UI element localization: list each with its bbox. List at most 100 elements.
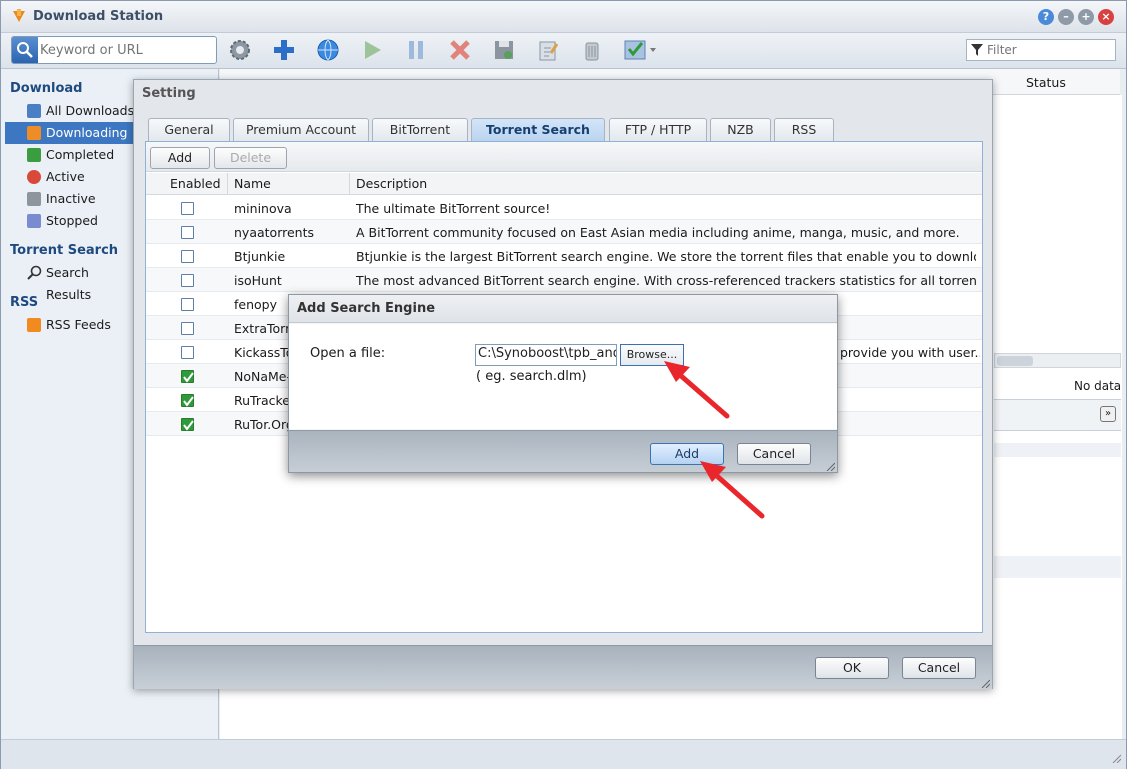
engine-name: nyaatorrents	[234, 225, 314, 240]
close-icon[interactable]: ×	[1098, 9, 1114, 25]
enabled-checkbox[interactable]	[181, 322, 194, 335]
engine-row[interactable]: nyaatorrents A BitTorrent community focus…	[146, 220, 982, 244]
sidebar-item-label: RSS Feeds	[46, 317, 111, 332]
status-bar	[1, 739, 1126, 769]
cancel-button[interactable]: Cancel	[902, 657, 976, 679]
engine-description: A BitTorrent community focused on East A…	[356, 225, 960, 240]
engine-description: The most advanced BitTorrent search engi…	[356, 273, 976, 288]
sidebar-head-download: Download	[10, 81, 83, 96]
column-description[interactable]: Description	[356, 176, 427, 191]
save-disk-icon[interactable]	[491, 37, 517, 63]
cancel-button[interactable]: Cancel	[737, 443, 811, 465]
no-data-text: No data	[1074, 379, 1122, 393]
delete-engine-button[interactable]: Delete	[214, 147, 287, 169]
sidebar-item-label: Completed	[46, 147, 115, 162]
pause-icon[interactable]	[403, 37, 429, 63]
enabled-checkbox[interactable]	[181, 370, 194, 383]
collapse-chevron-icon[interactable]: »	[1100, 406, 1116, 422]
enabled-checkbox[interactable]	[181, 250, 194, 263]
filter-box	[966, 39, 1116, 61]
engine-description: Btjunkie is the largest BitTorrent searc…	[356, 249, 976, 264]
column-status[interactable]: Status	[1026, 75, 1066, 90]
engine-grid-header: Enabled Name Description	[146, 173, 982, 195]
column-enabled[interactable]: Enabled	[170, 176, 221, 191]
sidebar-item-all-downloads[interactable]: All Downloads	[5, 100, 135, 122]
delete-x-icon[interactable]	[447, 37, 473, 63]
dialog-footer: OK Cancel	[134, 645, 992, 689]
tab-rss[interactable]: RSS	[774, 118, 834, 141]
resize-grip-icon[interactable]	[825, 461, 835, 471]
enabled-checkbox[interactable]	[181, 298, 194, 311]
sidebar-item-active[interactable]: Active	[5, 166, 135, 188]
enabled-checkbox[interactable]	[181, 394, 194, 407]
download-station-logo-icon	[13, 9, 25, 22]
enabled-checkbox[interactable]	[181, 346, 194, 359]
add-url-globe-icon[interactable]	[315, 37, 341, 63]
minimize-icon[interactable]: –	[1058, 9, 1074, 25]
edit-clipboard-icon[interactable]	[535, 37, 561, 63]
ok-button[interactable]: OK	[815, 657, 889, 679]
engine-row[interactable]: isoHunt The most advanced BitTorrent sear…	[146, 268, 982, 292]
enabled-checkbox[interactable]	[181, 274, 194, 287]
sidebar-item-label: Stopped	[46, 213, 98, 228]
tab-torrent-search[interactable]: Torrent Search	[471, 118, 605, 142]
inactive-icon	[27, 192, 41, 206]
settings-gear-icon[interactable]	[227, 37, 253, 63]
engine-row[interactable]: mininova The ultimate BitTorrent source!	[146, 196, 982, 220]
filter-input[interactable]	[987, 42, 1107, 58]
add-engine-button[interactable]: Add	[150, 147, 210, 169]
file-path-field[interactable]: C:\Synoboost\tpb_and	[475, 344, 617, 366]
download-arrow-icon	[27, 126, 41, 140]
search-input[interactable]	[40, 41, 210, 59]
dialog-body: Open a file: C:\Synoboost\tpb_and Browse…	[289, 324, 837, 429]
column-divider	[349, 173, 350, 195]
select-all-dropdown-icon[interactable]	[623, 37, 659, 63]
search-icon[interactable]	[12, 37, 38, 63]
enabled-checkbox[interactable]	[181, 418, 194, 431]
engine-name: KickassTo	[234, 345, 294, 360]
check-icon	[27, 148, 41, 162]
engine-description: provide you with user...	[840, 345, 980, 360]
panel-toolbar: Add Delete	[146, 142, 982, 172]
sidebar-head-torrent-search: Torrent Search	[10, 243, 119, 258]
engine-name: RuTor.Org	[234, 417, 294, 432]
help-icon[interactable]: ?	[1038, 9, 1054, 25]
enabled-checkbox[interactable]	[181, 226, 194, 239]
column-name[interactable]: Name	[234, 176, 271, 191]
tab-bittorrent[interactable]: BitTorrent	[372, 118, 468, 141]
maximize-icon[interactable]: +	[1078, 9, 1094, 25]
sidebar-item-stopped[interactable]: Stopped	[5, 210, 135, 232]
sidebar-item-label: All Downloads	[46, 103, 135, 118]
browse-button[interactable]: Browse...	[620, 344, 684, 366]
add-task-icon[interactable]	[271, 37, 297, 63]
dialog-footer: Add Cancel	[289, 430, 837, 472]
clear-bin-icon[interactable]	[579, 37, 605, 63]
sidebar-item-label: Search Results	[46, 265, 92, 302]
tab-premium-account[interactable]: Premium Account	[233, 118, 369, 141]
sidebar-item-search-results[interactable]: Search Results	[5, 262, 135, 302]
dialog-title: Add Search Engine	[297, 301, 436, 316]
open-file-label: Open a file:	[310, 346, 386, 361]
horizontal-scrollbar[interactable]	[994, 353, 1121, 368]
list-row-band	[994, 443, 1121, 457]
resize-grip-icon[interactable]	[980, 678, 990, 688]
engine-name: ExtraTorr	[234, 321, 291, 336]
resume-play-icon[interactable]	[359, 37, 385, 63]
sidebar-item-label: Inactive	[46, 191, 96, 206]
engine-name: Btjunkie	[234, 249, 286, 264]
magnifier-icon	[27, 265, 42, 280]
tab-nzb[interactable]: NZB	[710, 118, 771, 141]
add-button[interactable]: Add	[650, 443, 724, 465]
sidebar-item-completed[interactable]: Completed	[5, 144, 135, 166]
tab-general[interactable]: General	[148, 118, 230, 141]
sidebar-item-inactive[interactable]: Inactive	[5, 188, 135, 210]
scroll-thumb[interactable]	[997, 356, 1033, 366]
tab-ftp-http[interactable]: FTP / HTTP	[609, 118, 707, 141]
engine-row[interactable]: Btjunkie Btjunkie is the largest BitTorre…	[146, 244, 982, 268]
sidebar-item-rss-feeds[interactable]: RSS Feeds	[5, 314, 135, 336]
enabled-checkbox[interactable]	[181, 202, 194, 215]
sidebar-item-downloading[interactable]: Downloading	[5, 122, 135, 144]
add-search-engine-dialog: Add Search Engine Open a file: C:\Synobo…	[288, 294, 838, 473]
toolbar	[1, 33, 1126, 69]
resize-grip-icon[interactable]	[1111, 753, 1121, 763]
